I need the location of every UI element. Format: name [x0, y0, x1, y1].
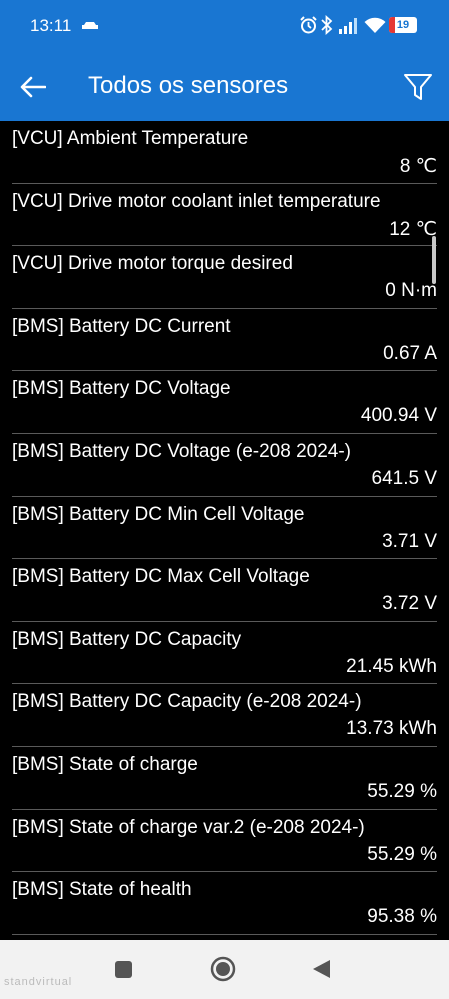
sensor-value: 55.29 %	[367, 843, 437, 865]
sensor-name: [BMS] Battery DC Voltage	[12, 378, 231, 400]
sensor-value: 3.71 V	[382, 530, 437, 552]
sensor-row[interactable]: [BMS] Battery DC Max Cell Voltage 3.72 V	[0, 559, 449, 622]
signal-icon	[339, 18, 357, 34]
sensor-row[interactable]: [VCU] Ambient Temperature 8 ℃	[0, 121, 449, 184]
battery-icon: 19	[389, 17, 417, 33]
sensor-row[interactable]: [VCU] Drive motor coolant inlet temperat…	[0, 184, 449, 247]
scrollbar-thumb[interactable]	[432, 236, 436, 284]
circle-home-icon[interactable]	[210, 956, 236, 982]
square-icon[interactable]	[115, 961, 132, 978]
sensor-value: 55.29 %	[367, 781, 437, 802]
sensor-name: [VCU] Ambient Temperature	[12, 128, 249, 149]
triangle-back-icon[interactable]	[310, 958, 332, 980]
row-divider	[12, 933, 437, 935]
filter-icon[interactable]	[403, 72, 433, 102]
sensor-value: 8 ℃	[399, 156, 437, 177]
sensor-name: [BMS] Battery DC Max Cell Voltage	[12, 566, 310, 588]
sensor-name: [BMS] State of charge var.2 (e-208 2024-…	[12, 816, 365, 838]
sensor-row[interactable]: [BMS] Battery DC Capacity 21.45 kWh	[0, 622, 449, 685]
sensor-value: 0 N·m	[385, 280, 437, 302]
sensor-name: [BMS] State of charge	[12, 754, 198, 775]
app-bar: Todos os sensores	[0, 52, 449, 121]
sensor-value: 0.67 A	[383, 342, 437, 364]
sensor-row[interactable]: [BMS] Battery DC Current 0.67 A	[0, 309, 449, 372]
sensor-row[interactable]: [BMS] Battery DC Voltage 400.94 V	[0, 371, 449, 434]
bluetooth-icon	[321, 15, 333, 35]
sensor-name: [BMS] Battery DC Capacity (e-208 2024-)	[12, 691, 362, 713]
watermark: standvirtual	[4, 976, 73, 988]
sensor-value: 12 ℃	[389, 218, 437, 240]
status-bar: 13:11 19	[0, 0, 449, 52]
sensor-name: [VCU] Drive motor torque desired	[12, 253, 293, 275]
page-title: Todos os sensores	[88, 72, 289, 99]
battery-level: 19	[396, 19, 410, 31]
sensor-list[interactable]: [VCU] Ambient Temperature 8 ℃ [VCU] Drive …	[0, 121, 449, 940]
sensor-name: [VCU] Drive motor coolant inlet temperat…	[12, 190, 381, 212]
sensor-name: [BMS] Battery DC Capacity	[12, 628, 242, 650]
sensor-value: 400.94 V	[360, 405, 437, 427]
car-icon	[82, 22, 98, 29]
sensor-row[interactable]: [BMS] State of charge var.2 (e-208 2024-…	[0, 810, 449, 873]
sensor-row[interactable]: [BMS] State of health 95.38 %	[0, 872, 449, 935]
sensor-value: 21.45 kWh	[346, 655, 437, 677]
sensor-name: [BMS] Battery DC Voltage (e-208 2024-)	[12, 441, 351, 462]
sensor-name: [BMS] Battery DC Min Cell Voltage	[12, 503, 305, 525]
sensor-value: 641.5 V	[371, 468, 438, 489]
sensor-value: 95.38 %	[367, 906, 437, 928]
sensor-row[interactable]: [BMS] Battery DC Voltage (e-208 2024-) 64…	[0, 434, 449, 497]
sensor-value: 13.73 kWh	[346, 718, 437, 740]
status-time: 13:11	[30, 16, 72, 35]
sensor-row[interactable]: [BMS] Battery DC Capacity (e-208 2024-) 1…	[0, 684, 449, 747]
sensor-name: [BMS] State of health	[12, 879, 192, 901]
navigation-bar: standvirtual	[0, 940, 449, 999]
alarm-icon	[300, 16, 317, 34]
sensor-row[interactable]: [VCU] Drive motor torque desired 0 N·m	[0, 246, 449, 309]
wifi-icon	[364, 17, 386, 33]
sensor-row[interactable]: [BMS] State of charge 55.29 %	[0, 747, 449, 810]
arrow-left-icon[interactable]	[20, 76, 46, 98]
sensor-name: [BMS] Battery DC Current	[12, 315, 231, 337]
sensor-row[interactable]: [BMS] Battery DC Min Cell Voltage 3.71 V	[0, 497, 449, 560]
sensor-value: 3.72 V	[382, 593, 437, 615]
